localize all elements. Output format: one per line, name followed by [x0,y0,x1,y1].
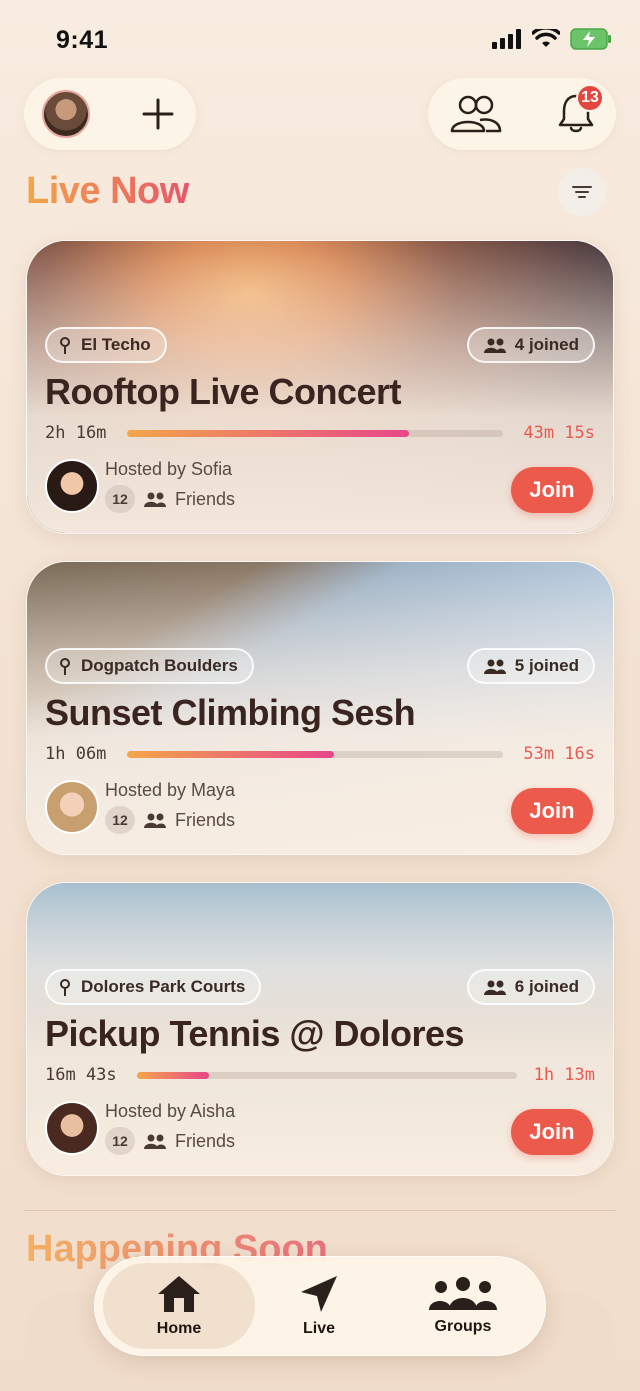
people-icon [144,1134,166,1149]
event-title: Pickup Tennis @ Dolores [45,1013,465,1054]
people-icon [483,659,506,674]
progress-fill [137,1072,210,1079]
elapsed-time: 16m 43s [45,1065,117,1085]
tab-groups[interactable]: Groups [391,1263,535,1349]
location-chip[interactable]: Dolores Park Courts [45,969,262,1005]
people-icon [144,492,166,507]
remaining-time: 53m 16s [523,744,595,764]
filter-button[interactable] [558,168,606,216]
tab-bar: Home Live Groups [94,1256,546,1356]
friends-indicator: Friends [143,810,235,831]
friends-indicator: Friends [143,1131,235,1152]
friends-label: Friends [175,1131,236,1151]
friend-count: 12 [105,1127,135,1155]
tab-live-label: Live [302,1320,335,1337]
tab-groups-label: Groups [434,1318,492,1335]
friend-count: 12 [105,806,135,834]
wifi-icon [532,29,560,47]
event-card-concert[interactable]: El Techo 4 joined Rooftop Live Concert 2… [26,240,614,534]
friends-button[interactable] [448,92,504,136]
joined-chip: 4 joined [466,327,595,363]
friends-label: Friends [175,810,236,830]
plus-icon [142,98,174,130]
friends-label: Friends [175,489,236,509]
location-label: El Techo [81,335,151,354]
elapsed-time: 1h 06m [45,744,107,764]
user-avatar[interactable] [42,90,90,138]
elapsed-time: 2h 16m [45,423,107,443]
location-label: Dogpatch Boulders [81,656,238,675]
friend-count: 12 [105,485,135,513]
people-icon [144,813,166,828]
notification-badge: 13 [576,84,604,112]
location-arrow-icon [301,1276,337,1312]
join-button[interactable]: Join [511,788,593,834]
profile-actions-pill [24,78,196,150]
progress-bar [127,751,503,758]
pin-icon [60,337,70,354]
tab-live[interactable]: Live [255,1263,383,1349]
joined-label: 4 joined [514,335,579,354]
joined-chip: 5 joined [466,648,595,684]
host-avatar[interactable] [45,1101,99,1155]
people-icon [483,980,506,995]
joined-label: 5 joined [514,656,579,675]
live-now-title: Live Now [26,170,189,212]
groups-icon [429,1277,497,1310]
host-label: Hosted by Sofia [105,459,233,479]
pin-icon [60,658,70,675]
event-card-climbing[interactable]: Dogpatch Boulders 5 joined Sunset Climbi… [26,561,614,855]
people-icon [450,95,502,133]
social-actions-pill: 13 [428,78,616,150]
joined-label: 6 joined [514,977,579,996]
joined-chip: 6 joined [466,969,595,1005]
event-card-tennis[interactable]: Dolores Park Courts 6 joined Pickup Tenn… [26,882,614,1176]
home-icon [158,1276,200,1312]
progress-fill [127,751,334,758]
location-chip[interactable]: El Techo [45,327,167,363]
tab-home[interactable]: Home [103,1263,255,1349]
friends-indicator: Friends [143,489,235,510]
progress-bar [127,430,503,437]
status-time: 9:41 [56,26,109,54]
progress-bar [137,1072,517,1079]
filter-icon [572,186,592,198]
event-title: Sunset Climbing Sesh [45,692,416,733]
progress-fill [127,430,409,437]
people-icon [483,338,506,353]
status-bar: 9:41 [0,0,640,70]
host-avatar[interactable] [45,459,99,513]
host-avatar[interactable] [45,780,99,834]
host-label: Hosted by Maya [105,780,236,800]
battery-icon [570,28,611,50]
host-label: Hosted by Aisha [105,1101,236,1121]
event-title: Rooftop Live Concert [45,371,402,412]
create-button[interactable] [136,92,180,136]
status-icons [492,28,612,50]
pin-icon [60,979,70,996]
location-chip[interactable]: Dogpatch Boulders [45,648,254,684]
signal-icon [492,29,521,49]
remaining-time: 1h 13m [533,1065,595,1085]
join-button[interactable]: Join [511,467,593,513]
join-button[interactable]: Join [511,1109,593,1155]
section-divider [24,1210,616,1211]
location-label: Dolores Park Courts [81,977,246,996]
remaining-time: 43m 15s [523,423,595,443]
tab-home-label: Home [156,1320,202,1337]
